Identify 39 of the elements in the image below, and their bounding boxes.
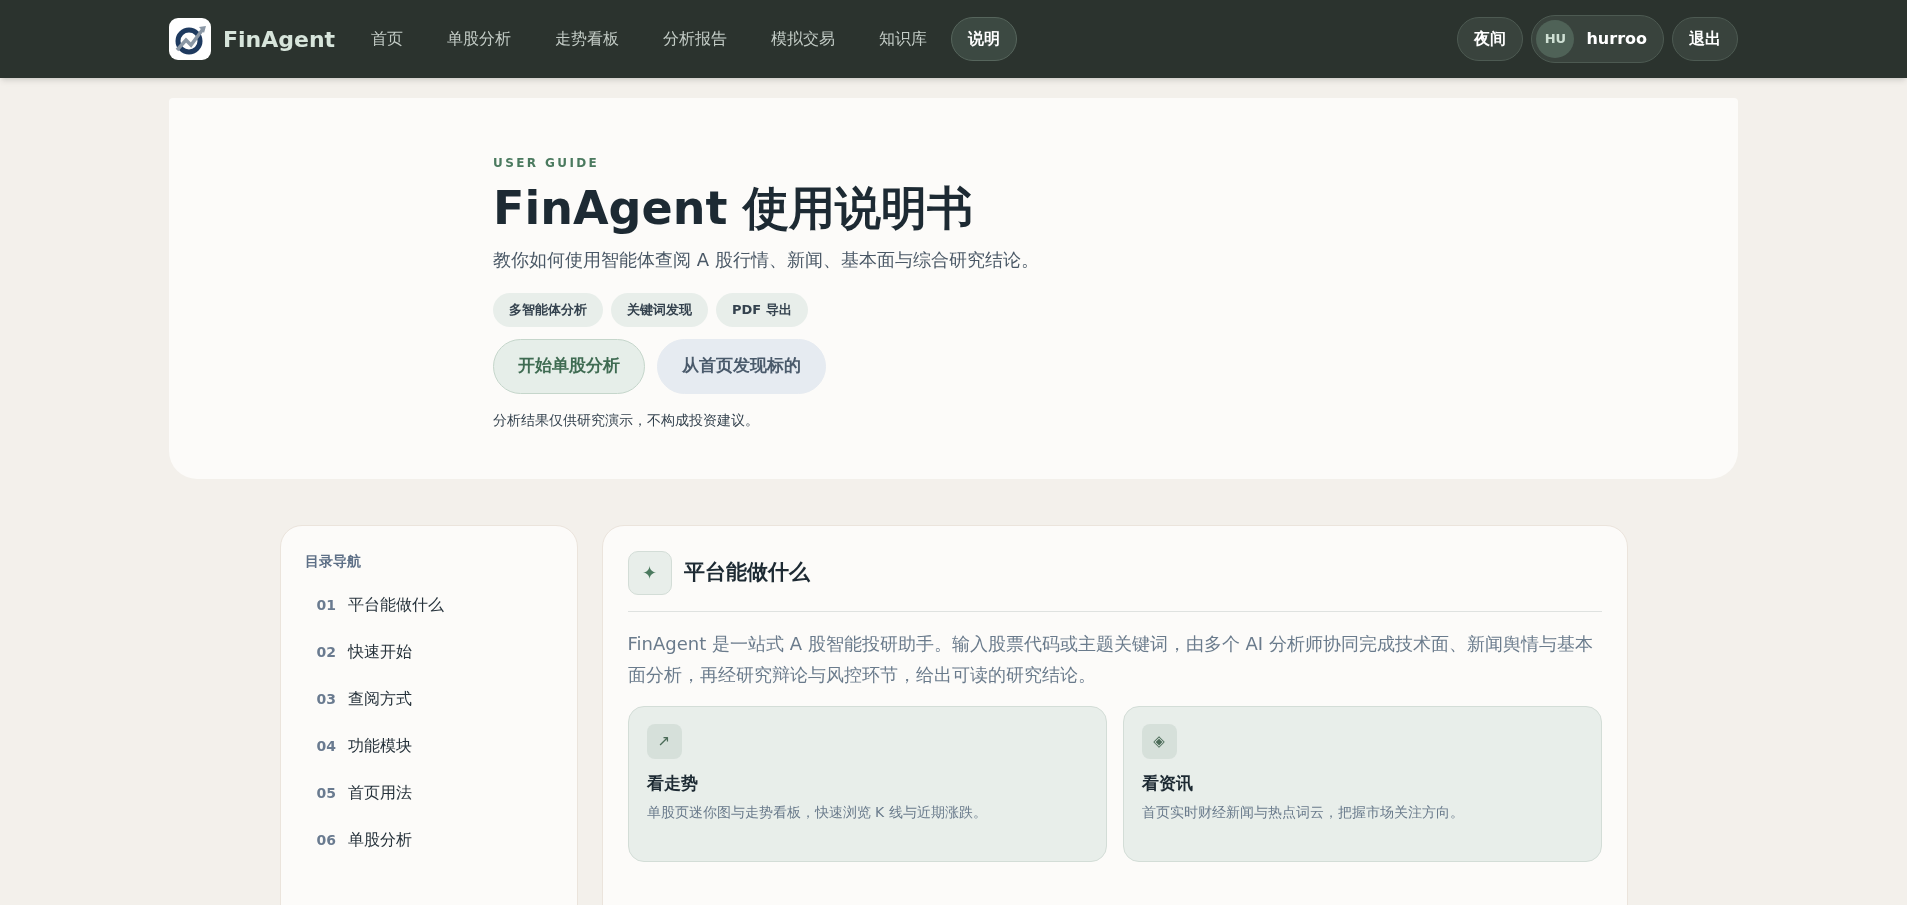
toc-link[interactable]: 03 查阅方式 xyxy=(304,675,412,723)
feature-tag: 多智能体分析 xyxy=(493,292,603,327)
logo-icon[interactable] xyxy=(169,18,211,60)
toc-link[interactable]: 02 快速开始 xyxy=(304,628,412,676)
toc-title: 目录导航 xyxy=(304,551,361,571)
user-avatar: HU xyxy=(1536,20,1575,58)
feature-description: 单股页迷你图与走势看板，快速浏览 K 线与近期涨跌。 xyxy=(646,803,987,822)
user-menu-button[interactable]: HU hurroo xyxy=(1531,15,1664,63)
sparkle-icon: ✦ xyxy=(627,550,672,595)
nav-link[interactable]: 单股分析 xyxy=(427,17,532,61)
hero-action-button[interactable]: 从首页发现标的 xyxy=(657,338,826,394)
feature-title: 看资讯 xyxy=(1141,771,1193,795)
toc-link[interactable]: 05 首页用法 xyxy=(304,769,412,817)
feature-title: 看走势 xyxy=(646,771,698,795)
hero-action-button[interactable]: 开始单股分析 xyxy=(493,338,645,394)
section-title: 平台能做什么 xyxy=(683,558,810,586)
page-title: FinAgent 使用说明书 xyxy=(493,180,974,237)
nav-link[interactable]: 分析报告 xyxy=(643,17,748,61)
feature-icon: ◈ xyxy=(1141,723,1177,759)
night-mode-button[interactable]: 夜间 xyxy=(1457,17,1524,61)
toc-link[interactable]: 01 平台能做什么 xyxy=(304,581,444,629)
feature-tag: 关键词发现 xyxy=(611,292,708,327)
toc-link[interactable]: 04 功能模块 xyxy=(304,722,412,770)
nav-link[interactable]: 走势看板 xyxy=(535,17,640,61)
nav-link[interactable]: 首页 xyxy=(351,17,424,61)
feature-tag: PDF 导出 xyxy=(716,292,808,327)
feature-icon: ↗ xyxy=(646,723,682,759)
nav-link[interactable]: 模拟交易 xyxy=(751,17,856,61)
toc-link[interactable]: 06 单股分析 xyxy=(304,816,412,864)
eyebrow-label: USER GUIDE xyxy=(493,155,600,172)
page-subtitle: 教你如何使用智能体查阅 A 股行情、新闻、基本面与综合研究结论。 xyxy=(493,247,1039,272)
section-intro: FinAgent 是一站式 A 股智能投研助手。输入股票代码或主题关键词，由多个 AI 分析师协同完成技术面、新闻舆情与基本面分析，再经研究辩论与风控环节，给出可读的研究结论。 xyxy=(627,631,1594,687)
user-name: hurroo xyxy=(1586,28,1647,50)
nav-link[interactable]: 知识库 xyxy=(859,17,948,61)
brand-name[interactable]: FinAgent xyxy=(223,22,336,56)
feature-description: 首页实时财经新闻与热点词云，把握市场关注方向。 xyxy=(1141,803,1464,822)
nav-link[interactable]: 说明 xyxy=(951,17,1018,61)
logout-button[interactable]: 退出 xyxy=(1672,17,1738,61)
disclaimer-text: 分析结果仅供研究演示，不构成投资建议。 xyxy=(493,410,759,430)
